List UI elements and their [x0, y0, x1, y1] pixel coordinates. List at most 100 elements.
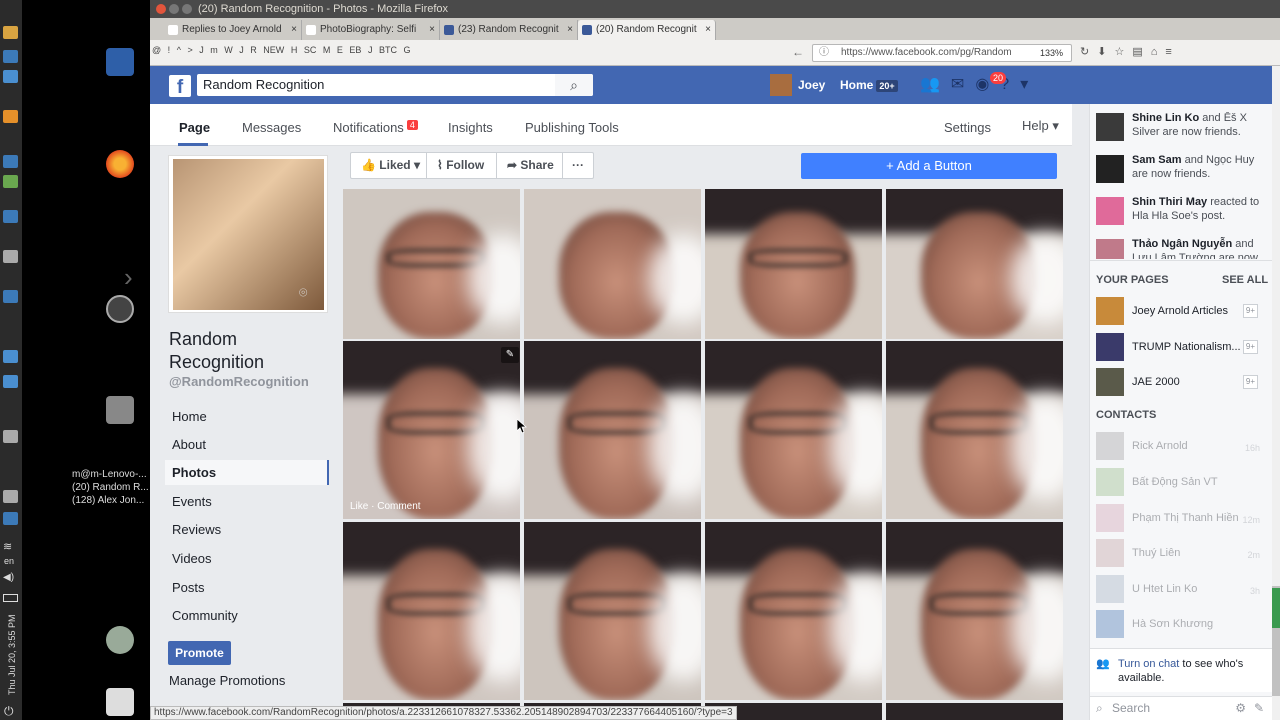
manage-promotions-link[interactable]: Manage Promotions [169, 673, 285, 688]
nav-posts[interactable]: Posts [172, 580, 205, 595]
app-icon[interactable] [3, 50, 18, 63]
settings-icon[interactable] [106, 295, 134, 323]
tab-insights[interactable]: Insights [448, 120, 493, 135]
bookmark[interactable]: NEW [263, 45, 284, 55]
ticker-item[interactable]: Sam Sam and Ngọc Huy are now friends. [1096, 153, 1268, 187]
bookmark[interactable]: ! [168, 45, 171, 55]
browser-tab[interactable]: PhotoBiography: Selfi × [302, 20, 440, 40]
contact-item[interactable]: Thuý Liên 2m [1096, 539, 1268, 567]
bookmark[interactable]: W [224, 45, 233, 55]
photo-thumbnail[interactable] [343, 341, 520, 519]
bookmark[interactable]: J [239, 45, 244, 55]
bookmark[interactable]: R [250, 45, 257, 55]
app-icon[interactable] [3, 250, 18, 263]
your-page-item[interactable]: TRUMP Nationalism... 9+ [1096, 333, 1268, 361]
file-manager-icon[interactable] [106, 396, 134, 424]
nav-photos[interactable]: Photos [172, 465, 216, 480]
zoom-level[interactable]: 133% [1040, 45, 1063, 61]
app-icon[interactable] [3, 350, 18, 363]
app-icon[interactable] [3, 430, 18, 443]
photo-thumbnail[interactable] [705, 522, 882, 700]
library-icon[interactable]: ▤ [1132, 46, 1150, 58]
follow-button[interactable]: ⌇ Follow [427, 153, 497, 178]
bookmark[interactable]: E [337, 45, 343, 55]
bookmark[interactable]: M [323, 45, 331, 55]
edit-pencil-icon[interactable]: ✎ [501, 347, 519, 363]
task-item[interactable]: (20) Random R... [72, 481, 172, 494]
reload-icon[interactable]: ↻ [1080, 46, 1097, 58]
tab-settings[interactable]: Settings [944, 120, 991, 135]
app-icon[interactable] [3, 512, 18, 525]
home-icon[interactable]: ⌂ [1151, 46, 1166, 58]
app-icon[interactable] [3, 70, 18, 83]
app-icon[interactable] [3, 175, 18, 188]
nav-reviews[interactable]: Reviews [172, 522, 221, 537]
tab-notifications[interactable]: Notifications 4 [333, 120, 418, 135]
contact-item[interactable]: U Htet Lin Ko 3h [1096, 575, 1268, 603]
address-bar[interactable]: ⓘ https://www.facebook.com/pg/Random 133… [812, 44, 1072, 62]
photo-thumbnail[interactable] [886, 341, 1063, 519]
liked-button[interactable]: 👍 Liked ▾ [351, 153, 427, 178]
messenger-icon[interactable]: ✉ [951, 76, 964, 93]
contact-item[interactable]: Rick Arnold 16h [1096, 432, 1268, 460]
app-icon[interactable] [3, 375, 18, 388]
photo-thumbnail[interactable] [705, 341, 882, 519]
tab-page[interactable]: Page [179, 120, 210, 135]
bookmark[interactable]: m [210, 45, 218, 55]
promote-button[interactable]: Promote [168, 641, 231, 665]
tab-help[interactable]: Help ▾ [1022, 118, 1059, 134]
chevron-right-icon[interactable]: › [124, 262, 133, 293]
compose-icon[interactable]: ✎ [1254, 697, 1264, 719]
contact-item[interactable]: Hà Sơn Khương [1096, 610, 1268, 638]
user-icon[interactable] [106, 626, 134, 654]
photo-thumbnail[interactable] [886, 522, 1063, 700]
camera-icon[interactable]: ⌾ [299, 284, 307, 301]
your-page-item[interactable]: Joey Arnold Articles 9+ [1096, 297, 1268, 325]
close-window-icon[interactable] [156, 4, 166, 14]
back-icon[interactable]: ← [792, 45, 804, 59]
bookmark[interactable]: G [403, 45, 410, 55]
photo-hover-actions[interactable]: Like · Comment [350, 501, 421, 512]
ticker-item[interactable]: Shine Lin Ko and Ēš X Silver are now fri… [1096, 111, 1268, 145]
keyboard-layout[interactable]: en [4, 556, 14, 566]
photo-thumbnail[interactable] [343, 189, 520, 339]
share-button[interactable]: ➦ Share [497, 153, 563, 178]
contact-item[interactable]: Bất Động Sản VT [1096, 468, 1268, 496]
profile-picture[interactable]: ⌾ [168, 155, 328, 313]
browser-tab-active[interactable]: (20) Random Recognit × [578, 20, 716, 40]
nav-events[interactable]: Events [172, 494, 212, 509]
task-item[interactable]: (128) Alex Jon... [72, 494, 172, 507]
minimize-window-icon[interactable] [169, 4, 179, 14]
volume-icon[interactable]: ◀) [3, 572, 14, 583]
search-icon[interactable]: ⌕ [555, 74, 593, 96]
firefox-icon[interactable] [106, 150, 134, 178]
clock[interactable]: Thu Jul 20, 3:55 PM [2, 600, 20, 700]
add-a-button[interactable]: + Add a Button [801, 153, 1057, 179]
gear-icon[interactable]: ⚙ [1235, 697, 1246, 719]
bookmark[interactable]: EB [349, 45, 361, 55]
browser-tab[interactable]: Replies to Joey Arnold × [164, 20, 302, 40]
maximize-window-icon[interactable] [182, 4, 192, 14]
close-tab-icon[interactable]: × [429, 20, 435, 40]
close-tab-icon[interactable]: × [291, 20, 297, 40]
home-link[interactable]: Home 20+ [840, 74, 898, 97]
side-tab[interactable] [1272, 588, 1280, 628]
notifications-globe-icon[interactable]: ◉ [975, 76, 989, 93]
photo-thumbnail[interactable] [524, 189, 701, 339]
bookmark[interactable]: J [368, 45, 373, 55]
nav-videos[interactable]: Videos [172, 551, 212, 566]
photo-thumbnail[interactable] [705, 189, 882, 339]
search-input[interactable]: Random Recognition [197, 74, 593, 96]
task-item[interactable]: m@m-Lenovo-... [72, 468, 172, 481]
app-icon[interactable] [3, 290, 18, 303]
power-icon[interactable]: ⏻ [4, 704, 14, 719]
app-icon[interactable] [3, 155, 18, 168]
contact-item[interactable]: Phạm Thị Thanh Hiền 12m [1096, 504, 1268, 532]
photo-thumbnail[interactable] [524, 341, 701, 519]
photo-thumbnail[interactable] [524, 522, 701, 700]
bookmark[interactable]: > [187, 45, 192, 55]
wifi-icon[interactable]: ≋ [3, 540, 12, 553]
photo-thumbnail[interactable] [886, 189, 1063, 339]
bookmark[interactable]: SC [304, 45, 317, 55]
tab-publishing-tools[interactable]: Publishing Tools [525, 120, 619, 135]
